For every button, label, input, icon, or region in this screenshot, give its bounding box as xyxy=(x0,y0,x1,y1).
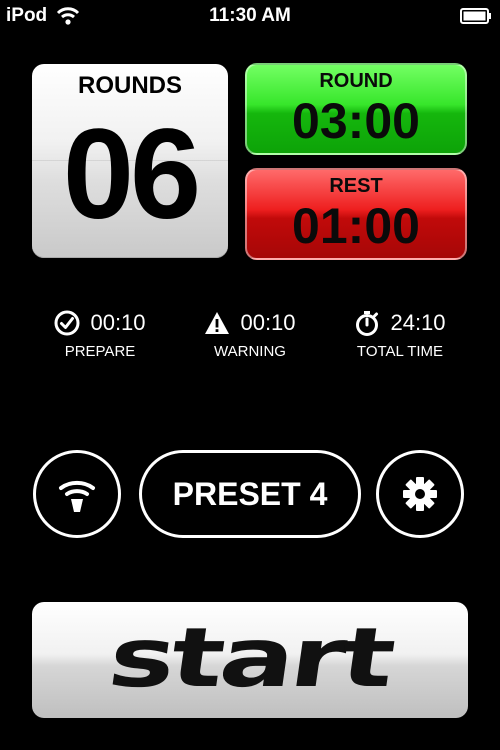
prepare-stat[interactable]: 00:10 PREPARE xyxy=(30,308,170,360)
preset-label: PRESET 4 xyxy=(172,475,328,512)
rounds-selector[interactable]: ROUNDS 06 xyxy=(32,64,228,258)
prepare-value: 00:10 xyxy=(90,310,146,335)
checkmark-circle-icon xyxy=(54,310,80,336)
round-time-button[interactable]: ROUND 03:00 xyxy=(245,63,467,155)
status-bar: iPod 11:30 AM xyxy=(0,0,500,32)
total-time-label: TOTAL TIME xyxy=(356,343,444,360)
sound-button[interactable] xyxy=(33,450,121,538)
prepare-label: PREPARE xyxy=(64,343,136,360)
round-time-value: 03:00 xyxy=(292,93,420,149)
rest-time-value: 01:00 xyxy=(292,198,420,254)
stopwatch-icon xyxy=(356,311,379,336)
start-label: start xyxy=(102,610,398,706)
total-time-stat: 24:10 TOTAL TIME xyxy=(330,308,470,360)
warning-stat[interactable]: 00:10 WARNING xyxy=(180,308,320,360)
round-time-label: ROUND xyxy=(319,70,393,92)
warning-triangle-icon xyxy=(205,312,230,334)
start-button[interactable]: start xyxy=(32,602,468,718)
warning-label: WARNING xyxy=(214,343,286,360)
warning-value: 00:10 xyxy=(240,310,296,335)
battery-icon xyxy=(460,8,491,24)
rounds-value: 06 xyxy=(62,103,201,246)
gear-icon xyxy=(403,477,437,511)
signal-cone-icon xyxy=(59,480,95,512)
rest-time-button[interactable]: REST 01:00 xyxy=(245,168,467,260)
preset-button[interactable]: PRESET 4 xyxy=(139,450,361,538)
total-time-value: 24:10 xyxy=(390,310,446,335)
clock: 11:30 AM xyxy=(209,5,291,26)
rounds-label: ROUNDS xyxy=(77,72,182,99)
settings-button[interactable] xyxy=(376,450,464,538)
rest-time-label: REST xyxy=(329,175,383,197)
